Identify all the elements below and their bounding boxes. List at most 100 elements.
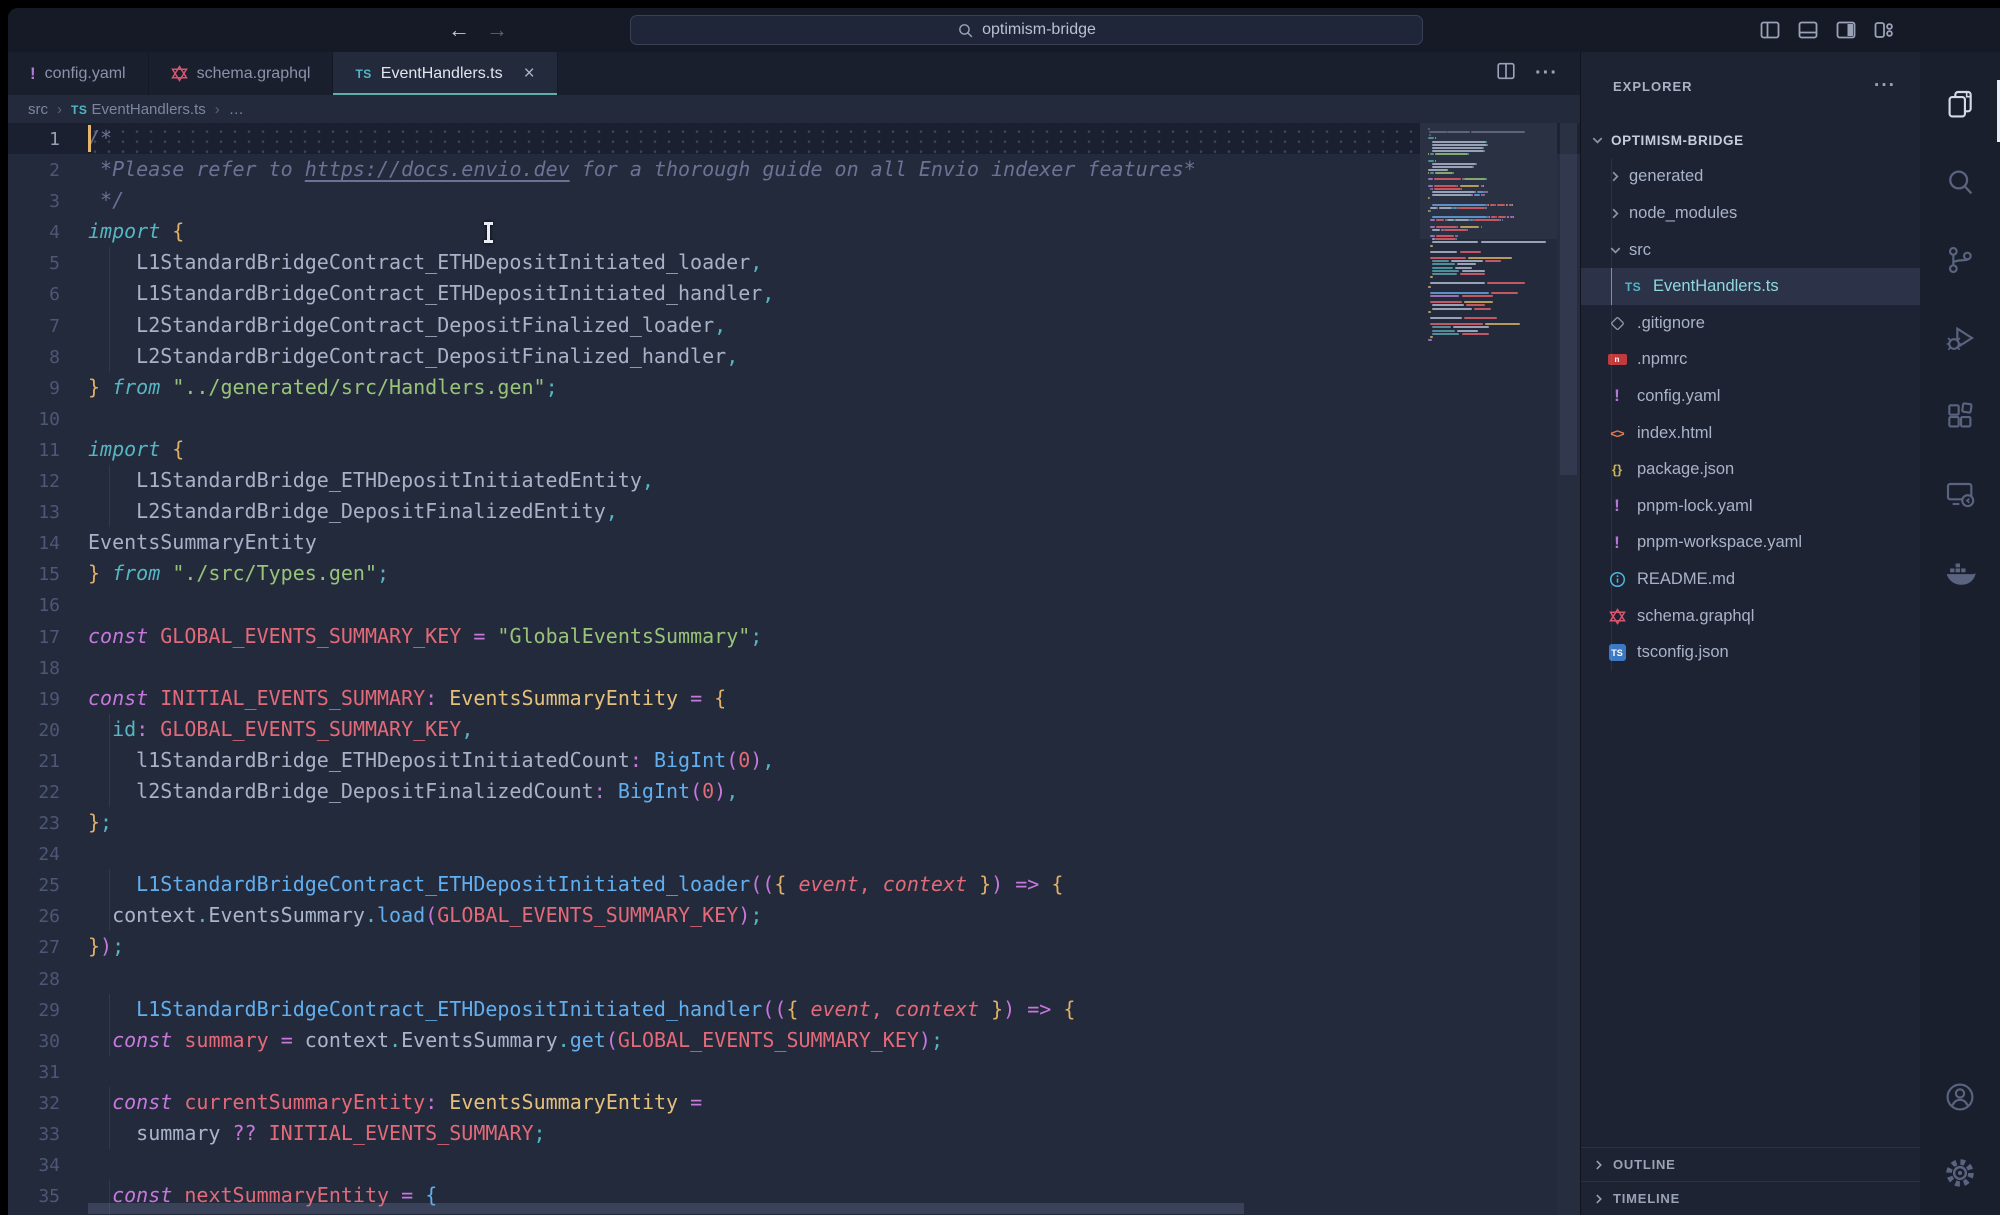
indent-guide — [109, 496, 110, 527]
line-number: 29 — [8, 995, 60, 1026]
tab-eventhandlers-ts[interactable]: TSEventHandlers.ts× — [333, 52, 557, 95]
remote-explorer-icon[interactable] — [1942, 476, 1978, 512]
code-line-22[interactable]: 22 l2StandardBridge_DepositFinalizedCoun… — [8, 776, 1580, 807]
tab-schema-graphql[interactable]: schema.graphql — [149, 52, 334, 95]
text-caret — [88, 125, 91, 152]
code-line-14[interactable]: 14EventsSummaryEntity — [8, 527, 1580, 558]
tree-item-label: README.md — [1637, 570, 1735, 589]
tree-item-label: tsconfig.json — [1637, 643, 1729, 662]
settings-icon[interactable] — [1942, 1155, 1978, 1191]
code-line-4[interactable]: 4import { — [8, 216, 1580, 247]
breadcrumb: src›TS EventHandlers.ts›… — [8, 95, 1580, 123]
close-tab-icon[interactable]: × — [524, 64, 535, 83]
code-line-28[interactable]: 28 — [8, 963, 1580, 994]
code-line-27[interactable]: 27}); — [8, 931, 1580, 962]
code-line-11[interactable]: 11import { — [8, 434, 1580, 465]
activity-bar — [1920, 52, 2000, 1215]
code-line-13[interactable]: 13 L2StandardBridge_DepositFinalizedEnti… — [8, 496, 1580, 527]
code-line-34[interactable]: 34 — [8, 1149, 1580, 1180]
code-line-8[interactable]: 8 L2StandardBridgeContract_DepositFinali… — [8, 341, 1580, 372]
tree-root-optimism-bridge[interactable]: OPTIMISM-BRIDGE — [1581, 122, 1920, 159]
graphql-icon — [171, 65, 188, 82]
code-line-12[interactable]: 12 L1StandardBridge_ETHDepositInitiatedE… — [8, 465, 1580, 496]
code-line-15[interactable]: 15} from "./src/Types.gen"; — [8, 558, 1580, 589]
tree-item-label: config.yaml — [1637, 387, 1720, 406]
code-line-33[interactable]: 33 summary ?? INITIAL_EVENTS_SUMMARY; — [8, 1118, 1580, 1149]
code-line-30[interactable]: 30 const summary = context.EventsSummary… — [8, 1025, 1580, 1056]
line-number: 9 — [8, 373, 60, 404]
tree-item-readme-md[interactable]: README.md — [1581, 561, 1920, 598]
tree-item-label: package.json — [1637, 460, 1734, 479]
outline-section-header[interactable]: OUTLINE — [1581, 1147, 1920, 1181]
docker-icon[interactable] — [1942, 554, 1978, 590]
tree-item--gitignore[interactable]: .gitignore — [1581, 305, 1920, 342]
vertical-scrollbar[interactable] — [1557, 123, 1580, 1215]
code-line-24[interactable]: 24 — [8, 838, 1580, 869]
explorer-more-actions-icon[interactable]: ··· — [1874, 75, 1896, 97]
tree-item--npmrc[interactable]: n.npmrc — [1581, 342, 1920, 379]
search-icon[interactable] — [1942, 164, 1978, 200]
code-line-23[interactable]: 23}; — [8, 807, 1580, 838]
code-line-18[interactable]: 18 — [8, 652, 1580, 683]
source-control-icon[interactable] — [1942, 242, 1978, 278]
editor-more-actions-icon[interactable]: ··· — [1535, 62, 1558, 85]
tab-bar: !config.yamlschema.graphqlTSEventHandler… — [8, 52, 1580, 95]
customize-layout-icon[interactable] — [1872, 18, 1896, 42]
toggle-left-sidebar-icon[interactable] — [1758, 18, 1782, 42]
tree-item-node-modules[interactable]: node_modules — [1581, 195, 1920, 232]
toggle-right-sidebar-icon[interactable] — [1834, 18, 1858, 42]
code-line-26[interactable]: 26 context.EventsSummary.load(GLOBAL_EVE… — [8, 900, 1580, 931]
code-line-2[interactable]: 2 *Please refer to https://docs.envio.de… — [8, 154, 1580, 185]
tree-item-generated[interactable]: generated — [1581, 159, 1920, 196]
account-icon[interactable] — [1942, 1079, 1978, 1115]
code-line-25[interactable]: 25 L1StandardBridgeContract_ETHDepositIn… — [8, 869, 1580, 900]
timeline-section-header[interactable]: TIMELINE — [1581, 1181, 1920, 1215]
tree-item-package-json[interactable]: {}package.json — [1581, 451, 1920, 488]
tree-item-eventhandlers-ts[interactable]: TSEventHandlers.ts — [1581, 268, 1920, 305]
code-line-7[interactable]: 7 L2StandardBridgeContract_DepositFinali… — [8, 310, 1580, 341]
line-number: 25 — [8, 870, 60, 901]
toggle-panel-icon[interactable] — [1796, 18, 1820, 42]
explorer-icon[interactable] — [1942, 86, 1978, 122]
code-line-19[interactable]: 19const INITIAL_EVENTS_SUMMARY: EventsSu… — [8, 683, 1580, 714]
extensions-icon[interactable] — [1942, 398, 1978, 434]
tree-item-index-html[interactable]: <>index.html — [1581, 415, 1920, 452]
horizontal-scrollbar[interactable] — [88, 1203, 1244, 1214]
mouse-ibeam-cursor — [487, 222, 490, 243]
tree-item-src[interactable]: src — [1581, 232, 1920, 269]
breadcrumb-item[interactable]: TS EventHandlers.ts — [71, 101, 206, 118]
code-editor[interactable]: 1/*2 *Please refer to https://docs.envio… — [8, 123, 1580, 1215]
code-line-32[interactable]: 32 const currentSummaryEntity: EventsSum… — [8, 1087, 1580, 1118]
line-number: 27 — [8, 932, 60, 963]
code-line-3[interactable]: 3 */ — [8, 185, 1580, 216]
code-line-5[interactable]: 5 L1StandardBridgeContract_ETHDepositIni… — [8, 247, 1580, 278]
nav-forward-button[interactable]: → — [486, 19, 508, 41]
breadcrumb-item[interactable]: … — [229, 101, 244, 118]
code-line-31[interactable]: 31 — [8, 1056, 1580, 1087]
breadcrumb-item[interactable]: src — [28, 101, 48, 118]
code-line-10[interactable]: 10 — [8, 403, 1580, 434]
code-line-17[interactable]: 17const GLOBAL_EVENTS_SUMMARY_KEY = "Glo… — [8, 621, 1580, 652]
tree-item-schema-graphql[interactable]: schema.graphql — [1581, 598, 1920, 635]
code-line-20[interactable]: 20 id: GLOBAL_EVENTS_SUMMARY_KEY, — [8, 714, 1580, 745]
tab-config-yaml[interactable]: !config.yaml — [8, 52, 149, 95]
nav-back-button[interactable]: ← — [448, 19, 470, 41]
command-center-search[interactable]: optimism-bridge — [630, 15, 1423, 45]
code-line-6[interactable]: 6 L1StandardBridgeContract_ETHDepositIni… — [8, 278, 1580, 309]
split-editor-icon[interactable] — [1495, 60, 1517, 87]
tree-item-config-yaml[interactable]: !config.yaml — [1581, 378, 1920, 415]
line-number: 12 — [8, 466, 60, 497]
line-number: 35 — [8, 1181, 60, 1212]
line-number: 14 — [8, 528, 60, 559]
indent-guide — [109, 994, 110, 1025]
code-line-21[interactable]: 21 l1StandardBridge_ETHDepositInitiatedC… — [8, 745, 1580, 776]
tree-item-pnpm-lock-yaml[interactable]: !pnpm-lock.yaml — [1581, 488, 1920, 525]
tree-item-tsconfig-json[interactable]: TStsconfig.json — [1581, 634, 1920, 671]
run-debug-icon[interactable] — [1942, 320, 1978, 356]
minimap[interactable] — [1420, 123, 1557, 1215]
code-line-9[interactable]: 9} from "../generated/src/Handlers.gen"; — [8, 372, 1580, 403]
code-line-29[interactable]: 29 L1StandardBridgeContract_ETHDepositIn… — [8, 994, 1580, 1025]
tree-item-pnpm-workspace-yaml[interactable]: !pnpm-workspace.yaml — [1581, 525, 1920, 562]
code-line-16[interactable]: 16 — [8, 589, 1580, 620]
code-line-1[interactable]: 1/* — [8, 123, 1580, 154]
